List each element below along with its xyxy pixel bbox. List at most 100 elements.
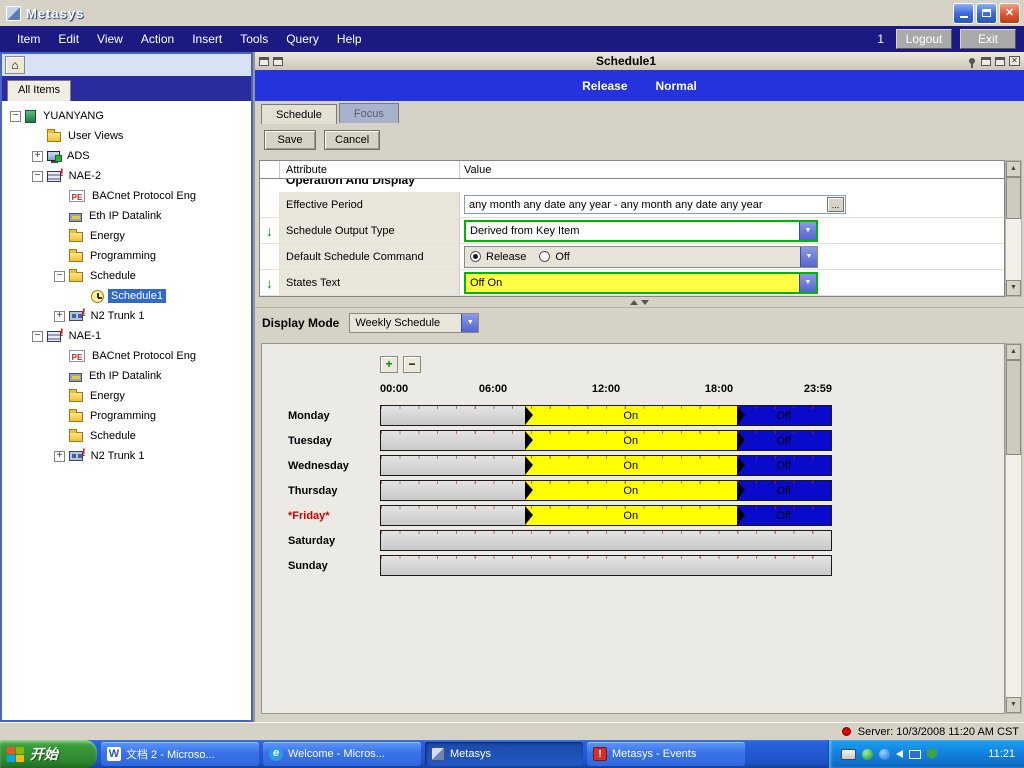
chevron-down-icon[interactable]: ▼ (461, 314, 478, 332)
tab-schedule[interactable]: Schedule (261, 104, 337, 124)
pin-icon[interactable] (969, 58, 975, 64)
tree-item-label[interactable]: ADS (64, 149, 93, 163)
restore-button[interactable] (976, 3, 997, 24)
schedule-segment-unscheduled[interactable] (381, 456, 525, 475)
tree-expander-plus[interactable]: + (54, 311, 65, 322)
radio-release[interactable] (470, 251, 481, 262)
tree-item-label[interactable]: Programming (87, 409, 159, 423)
schedule-segment-off[interactable]: Off (737, 506, 832, 525)
schedule-segment-on[interactable]: On (525, 431, 737, 450)
tree-item-label[interactable]: NAE-2 (66, 169, 104, 183)
taskbar-task-metasys[interactable]: Metasys (425, 742, 583, 766)
restore-down-icon[interactable] (259, 57, 269, 66)
display-icon[interactable] (909, 750, 921, 759)
schedule-segment-unscheduled[interactable] (381, 406, 525, 425)
tree-expander-minus[interactable]: − (32, 171, 43, 182)
cancel-button[interactable]: Cancel (324, 130, 380, 150)
schedule-segment-unscheduled[interactable] (381, 556, 831, 575)
scroll-up-icon[interactable]: ▲ (1006, 344, 1021, 360)
tree-expander-plus[interactable]: + (32, 151, 43, 162)
add-event-button[interactable]: + (380, 356, 398, 373)
schedule-segment-off[interactable]: Off (737, 431, 832, 450)
start-button[interactable]: 开始 (0, 740, 97, 768)
tree-item-bacnet-protocol-eng[interactable]: BACnet Protocol Eng (2, 346, 251, 366)
schedule-segment-off[interactable]: Off (737, 481, 832, 500)
menu-tools[interactable]: Tools (231, 28, 277, 50)
menu-edit[interactable]: Edit (49, 28, 88, 50)
schedule-bar[interactable] (380, 530, 832, 551)
tree-expander-minus[interactable]: − (54, 271, 65, 282)
exit-button[interactable]: Exit (960, 29, 1016, 49)
scroll-thumb[interactable] (1006, 360, 1021, 455)
tree-item-energy[interactable]: Energy (2, 226, 251, 246)
input-method-icon[interactable] (841, 749, 856, 760)
effective-period-field[interactable]: any month any date any year - any month … (464, 195, 846, 214)
logout-button[interactable]: Logout (896, 29, 952, 49)
menu-action[interactable]: Action (132, 28, 183, 50)
close-pane-icon[interactable]: ✕ (1009, 56, 1020, 66)
menu-view[interactable]: View (88, 28, 132, 50)
network-status-icon[interactable] (879, 749, 890, 760)
tree-item-label[interactable]: Eth IP Datalink (86, 369, 165, 383)
states-text-dropdown[interactable]: Off On ▼ (464, 272, 818, 294)
scroll-up-icon[interactable]: ▲ (1006, 161, 1021, 177)
tree-item-label[interactable]: User Views (65, 129, 126, 143)
volume-icon[interactable] (896, 750, 903, 758)
tree-expander-minus[interactable]: − (10, 111, 21, 122)
tree-item-ads[interactable]: + ADS (2, 146, 251, 166)
remove-event-button[interactable]: − (403, 356, 421, 373)
schedule-segment-off[interactable]: Off (737, 456, 832, 475)
scroll-thumb[interactable] (1006, 177, 1021, 219)
menu-query[interactable]: Query (277, 28, 328, 50)
schedule-bar[interactable]: OnOff (380, 505, 832, 526)
tree-item-label[interactable]: Energy (87, 229, 128, 243)
tree-expander-plus[interactable]: + (54, 451, 65, 462)
scroll-down-icon[interactable]: ▼ (1006, 697, 1021, 713)
schedule-output-type-dropdown[interactable]: Derived from Key Item ▼ (464, 220, 818, 242)
tree-item-nae-1[interactable]: −!NAE-1 (2, 326, 251, 346)
maximize-pane-icon[interactable] (995, 57, 1005, 66)
tree-item-label[interactable]: YUANYANG (40, 109, 107, 123)
schedule-bar[interactable] (380, 555, 832, 576)
tree-item-eth-ip-datalink[interactable]: Eth IP Datalink (2, 366, 251, 386)
schedule-segment-unscheduled[interactable] (381, 481, 525, 500)
tree-item-schedule[interactable]: −Schedule (2, 266, 251, 286)
tree-item-label[interactable]: BACnet Protocol Eng (89, 189, 199, 203)
tree-item-label[interactable]: NAE-1 (66, 329, 104, 343)
tree-item-label[interactable]: N2 Trunk 1 (88, 309, 148, 323)
menu-item[interactable]: Item (8, 28, 49, 50)
minimize-pane-icon[interactable] (981, 57, 991, 66)
tab-all-items[interactable]: All Items (7, 80, 71, 101)
schedule-bar[interactable]: OnOff (380, 405, 832, 426)
schedule-segment-on[interactable]: On (525, 456, 737, 475)
tree-item-label[interactable]: Programming (87, 249, 159, 263)
schedule-bar[interactable]: OnOff (380, 430, 832, 451)
tree-item-label[interactable]: BACnet Protocol Eng (89, 349, 199, 363)
menu-help[interactable]: Help (328, 28, 371, 50)
tree-item-label[interactable]: Schedule1 (108, 289, 166, 303)
save-button[interactable]: Save (264, 130, 316, 150)
new-window-icon[interactable] (273, 57, 283, 66)
tree-item-user-views[interactable]: User Views (2, 126, 251, 146)
schedule-segment-unscheduled[interactable] (381, 531, 831, 550)
tree-item-schedule1[interactable]: Schedule1 (2, 286, 251, 306)
tree-item-n2-trunk-1[interactable]: +!N2 Trunk 1 (2, 306, 251, 326)
tree-expander-minus[interactable]: − (32, 331, 43, 342)
default-schedule-command-combo[interactable]: Release Off ▼ (464, 246, 818, 268)
tree-item-energy[interactable]: Energy (2, 386, 251, 406)
scroll-down-icon[interactable]: ▼ (1006, 280, 1021, 296)
minimize-button[interactable] (953, 3, 974, 24)
tree-item-yuanyang[interactable]: − YUANYANG (2, 106, 251, 126)
taskbar-task-metasys-events[interactable]: ! Metasys - Events (587, 742, 745, 766)
schedule-segment-unscheduled[interactable] (381, 431, 525, 450)
schedule-bar[interactable]: OnOff (380, 455, 832, 476)
schedule-bar[interactable]: OnOff (380, 480, 832, 501)
tree-item-eth-ip-datalink[interactable]: Eth IP Datalink (2, 206, 251, 226)
pane-splitter[interactable] (255, 297, 1024, 307)
display-mode-dropdown[interactable]: Weekly Schedule ▼ (349, 313, 479, 333)
tree-item-label[interactable]: N2 Trunk 1 (88, 449, 148, 463)
chevron-down-icon[interactable]: ▼ (800, 247, 817, 267)
messenger-icon[interactable] (862, 749, 873, 760)
taskbar-task-ie[interactable]: e Welcome - Micros... (263, 742, 421, 766)
tree-item-nae-2[interactable]: −!NAE-2 (2, 166, 251, 186)
